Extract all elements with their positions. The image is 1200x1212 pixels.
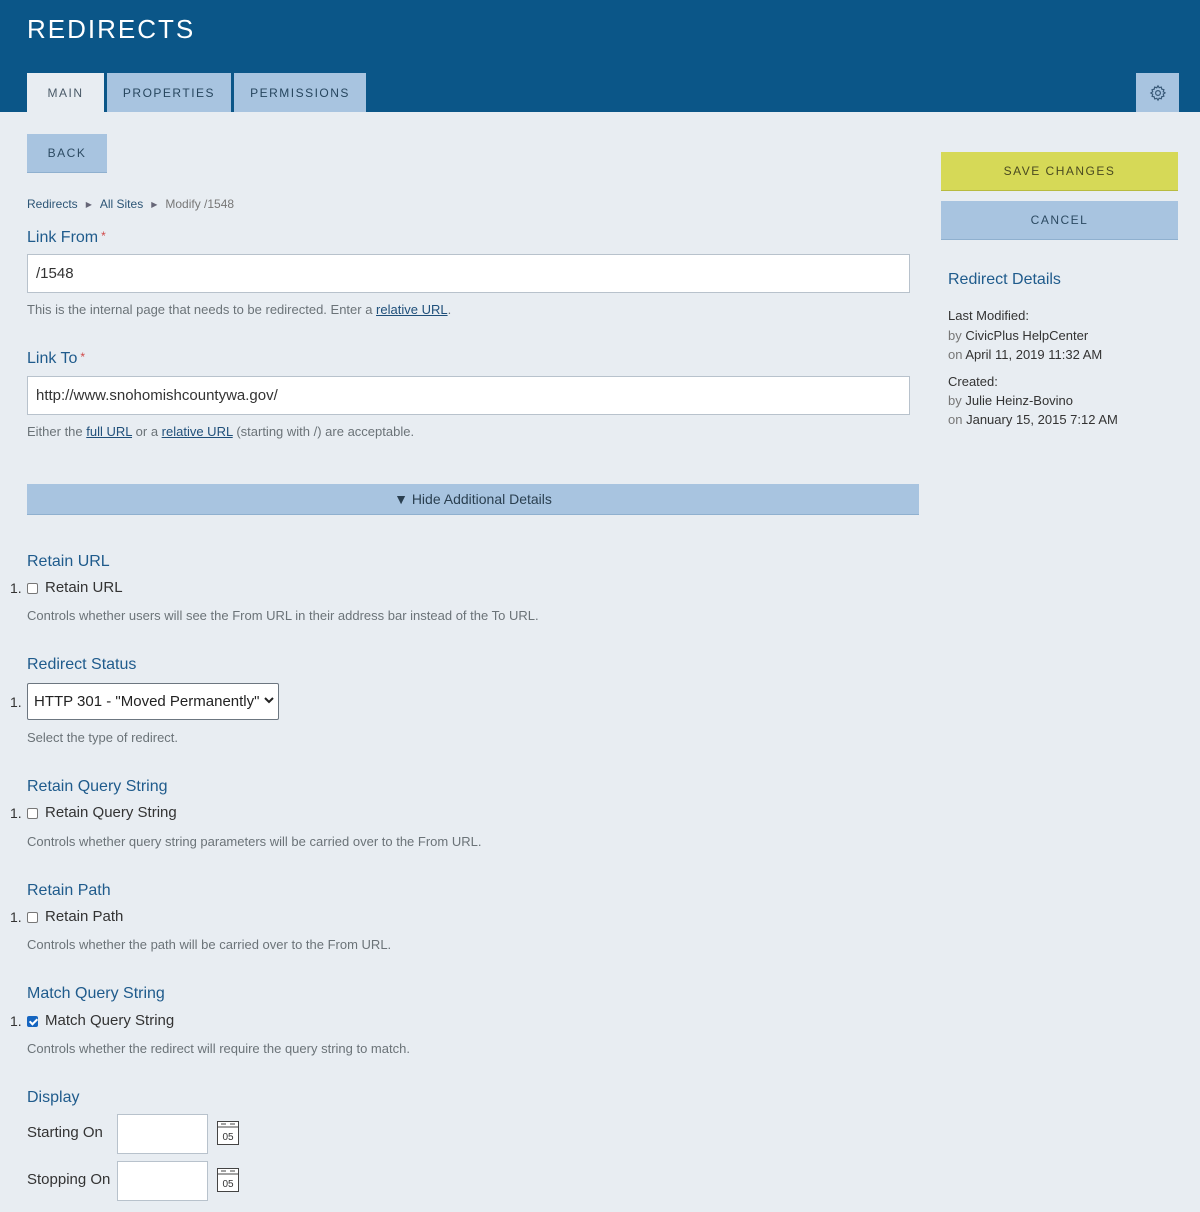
breadcrumb: Redirects ▶ All Sites ▶ Modify /1548 — [27, 197, 234, 211]
breadcrumb-separator-icon: ▶ — [151, 199, 158, 209]
page-header: REDIRECTS MAIN PROPERTIES PERMISSIONS — [0, 0, 1200, 112]
redirect-status-heading: Redirect Status — [27, 656, 137, 673]
retain-url-checkbox[interactable] — [27, 583, 38, 594]
breadcrumb-separator-icon: ▶ — [85, 199, 92, 209]
relative-url-link[interactable]: relative URL — [162, 424, 233, 439]
settings-button[interactable] — [1136, 73, 1179, 112]
breadcrumb-current: Modify /1548 — [165, 197, 235, 211]
required-marker: * — [101, 229, 106, 243]
list-number: 1. — [10, 1013, 22, 1029]
link-from-input[interactable]: /1548 — [27, 254, 910, 293]
redirect-status-help: Select the type of redirect. — [27, 730, 179, 745]
link-to-help: Either the full URL or a relative URL (s… — [27, 424, 415, 439]
match-query-string-heading: Match Query String — [27, 985, 165, 1002]
redirect-status-selected: HTTP 301 - "Moved Permanently" — [34, 693, 260, 710]
match-query-string-checkbox[interactable] — [27, 1016, 38, 1027]
starting-on-calendar-button[interactable]: 05 — [217, 1121, 239, 1145]
list-number: 1. — [10, 580, 22, 596]
starting-on-label: Starting On — [27, 1124, 103, 1141]
back-button[interactable]: BACK — [27, 134, 107, 173]
stopping-on-label: Stopping On — [27, 1171, 111, 1188]
chevron-down-icon — [264, 697, 274, 704]
page-title: REDIRECTS — [27, 14, 196, 44]
cancel-button[interactable]: CANCEL — [941, 201, 1178, 240]
retain-query-string-checkbox-label[interactable]: Retain Query String — [45, 804, 177, 821]
retain-url-help: Controls whether users will see the From… — [27, 608, 539, 623]
last-modified-label: Last Modified: — [948, 308, 1029, 323]
stopping-on-input[interactable] — [117, 1161, 208, 1201]
gear-icon — [1149, 84, 1166, 101]
retain-path-heading: Retain Path — [27, 882, 111, 899]
tab-main[interactable]: MAIN — [27, 73, 104, 112]
link-from-help: This is the internal page that needs to … — [27, 302, 452, 317]
stopping-on-calendar-button[interactable]: 05 — [217, 1168, 239, 1192]
full-url-link[interactable]: full URL — [86, 424, 132, 439]
redirect-status-select[interactable]: HTTP 301 - "Moved Permanently" — [27, 683, 279, 720]
retain-query-string-checkbox[interactable] — [27, 808, 38, 819]
retain-query-string-help: Controls whether query string parameters… — [27, 834, 482, 849]
save-changes-button[interactable]: SAVE CHANGES — [941, 152, 1178, 191]
list-number: 1. — [10, 805, 22, 821]
created-on: on January 15, 2015 7:12 AM — [948, 412, 1118, 427]
list-number: 1. — [10, 694, 22, 710]
hide-additional-details-toggle[interactable]: ▼ Hide Additional Details — [27, 484, 919, 515]
breadcrumb-all-sites[interactable]: All Sites — [100, 197, 143, 211]
relative-url-link[interactable]: relative URL — [376, 302, 448, 317]
link-to-input[interactable]: http://www.snohomishcountywa.gov/ — [27, 376, 910, 415]
svg-text:05: 05 — [222, 1132, 234, 1143]
breadcrumb-redirects[interactable]: Redirects — [27, 197, 78, 211]
retain-path-help: Controls whether the path will be carrie… — [27, 937, 392, 952]
retain-path-checkbox[interactable] — [27, 912, 38, 923]
calendar-icon: 05 — [217, 1168, 239, 1192]
retain-url-checkbox-label[interactable]: Retain URL — [45, 579, 123, 596]
match-query-string-help: Controls whether the redirect will requi… — [27, 1041, 410, 1056]
retain-url-heading: Retain URL — [27, 553, 110, 570]
modified-by: by CivicPlus HelpCenter — [948, 328, 1089, 343]
svg-text:05: 05 — [222, 1179, 234, 1190]
link-from-label: Link From * — [27, 229, 106, 246]
required-marker: * — [80, 350, 86, 364]
starting-on-input[interactable] — [117, 1114, 208, 1154]
calendar-icon: 05 — [217, 1121, 239, 1145]
match-query-string-checkbox-label[interactable]: Match Query String — [45, 1012, 174, 1029]
display-heading: Display — [27, 1089, 80, 1106]
tab-permissions[interactable]: PERMISSIONS — [234, 73, 366, 112]
retain-path-checkbox-label[interactable]: Retain Path — [45, 908, 123, 925]
retain-query-string-heading: Retain Query String — [27, 778, 168, 795]
created-label: Created: — [948, 374, 998, 389]
modified-on: on April 11, 2019 11:32 AM — [948, 347, 1103, 362]
list-number: 1. — [10, 909, 22, 925]
redirect-details-title: Redirect Details — [948, 271, 1061, 288]
link-to-label: Link To * — [27, 350, 86, 367]
tab-properties[interactable]: PROPERTIES — [107, 73, 231, 112]
created-by: by Julie Heinz-Bovino — [948, 393, 1074, 408]
